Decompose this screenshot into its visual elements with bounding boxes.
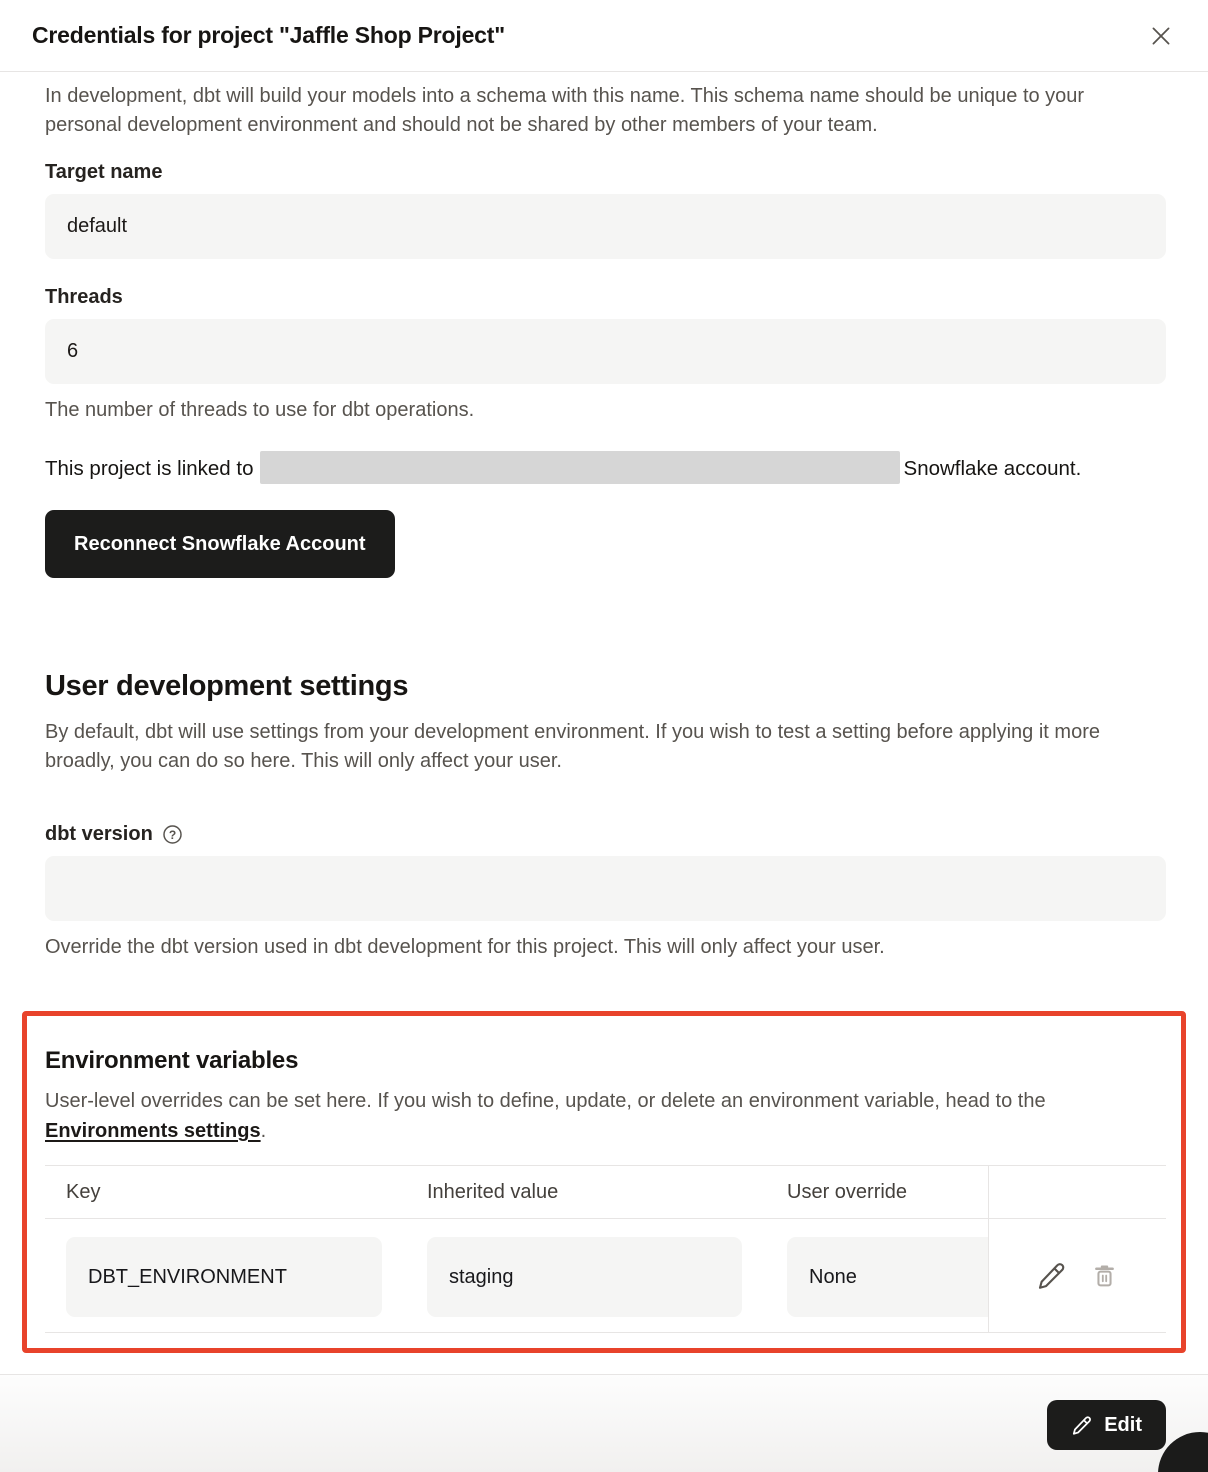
column-header-user-override: User override [766,1166,988,1218]
schema-description-text: In development, dbt will build your mode… [45,82,1166,140]
trash-icon [1090,1261,1119,1290]
threads-label: Threads [45,286,1166,309]
close-button[interactable] [1144,19,1178,53]
delete-env-var-button[interactable] [1089,1260,1121,1292]
environment-variables-highlight-box: Environment variables User-level overrid… [22,1011,1186,1353]
target-name-input[interactable] [45,194,1166,259]
reconnect-snowflake-button[interactable]: Reconnect Snowflake Account [45,510,395,578]
environment-variables-table: Key Inherited value User override DBT_EN… [45,1165,1166,1333]
environment-variables-description: User-level overrides can be set here. If… [45,1086,1166,1146]
table-row: DBT_ENVIRONMENT staging None [45,1219,1166,1332]
edit-button[interactable]: Edit [1047,1400,1166,1450]
modal-title: Credentials for project "Jaffle Shop Pro… [32,22,505,49]
modal-footer: Edit [0,1374,1208,1472]
env-var-override-value: None [787,1237,988,1317]
cell-row-actions [988,1219,1166,1332]
cell-inherited-value: staging [406,1219,766,1332]
threads-input[interactable] [45,319,1166,384]
help-icon[interactable]: ? [162,824,183,845]
env-var-key-value: DBT_ENVIRONMENT [66,1237,382,1317]
threads-help-text: The number of threads to use for dbt ope… [45,399,1166,422]
column-header-inherited-value: Inherited value [406,1166,766,1218]
cell-key: DBT_ENVIRONMENT [45,1219,406,1332]
modal-body: In development, dbt will build your mode… [0,72,1208,1353]
reconnect-snowflake-label: Reconnect Snowflake Account [74,533,366,556]
cell-user-override: None [766,1219,988,1332]
target-name-label: Target name [45,161,1166,184]
dbt-version-help-text: Override the dbt version used in dbt dev… [45,936,1166,959]
env-var-inherited-value: staging [427,1237,742,1317]
dbt-version-label-row: dbt version ? [45,823,1166,846]
environments-settings-link[interactable]: Environments settings [45,1120,261,1142]
modal-header: Credentials for project "Jaffle Shop Pro… [0,0,1208,72]
snowflake-text-after: Snowflake account. [904,457,1082,480]
pencil-icon [1036,1261,1066,1291]
edit-button-label: Edit [1104,1414,1142,1437]
close-icon [1147,22,1175,50]
column-header-key: Key [45,1166,406,1218]
snowflake-linked-text: This project is linked to Snowflake accou… [45,451,1166,487]
env-desc-after-link: . [261,1120,267,1142]
column-header-actions [988,1166,1166,1218]
environment-variables-heading: Environment variables [45,1047,1166,1075]
svg-text:?: ? [169,828,176,842]
dbt-version-label: dbt version [45,823,153,846]
redacted-account-name [260,451,900,484]
snowflake-text-before: This project is linked to [45,457,254,480]
edit-pencil-icon [1071,1415,1092,1436]
table-header-row: Key Inherited value User override [45,1166,1166,1219]
user-dev-settings-description: By default, dbt will use settings from y… [45,718,1166,776]
credentials-modal: Credentials for project "Jaffle Shop Pro… [0,0,1208,1472]
user-dev-settings-heading: User development settings [45,670,1166,703]
dbt-version-input[interactable] [45,856,1166,921]
env-desc-before-link: User-level overrides can be set here. If… [45,1090,1046,1112]
edit-env-var-button[interactable] [1035,1260,1067,1292]
